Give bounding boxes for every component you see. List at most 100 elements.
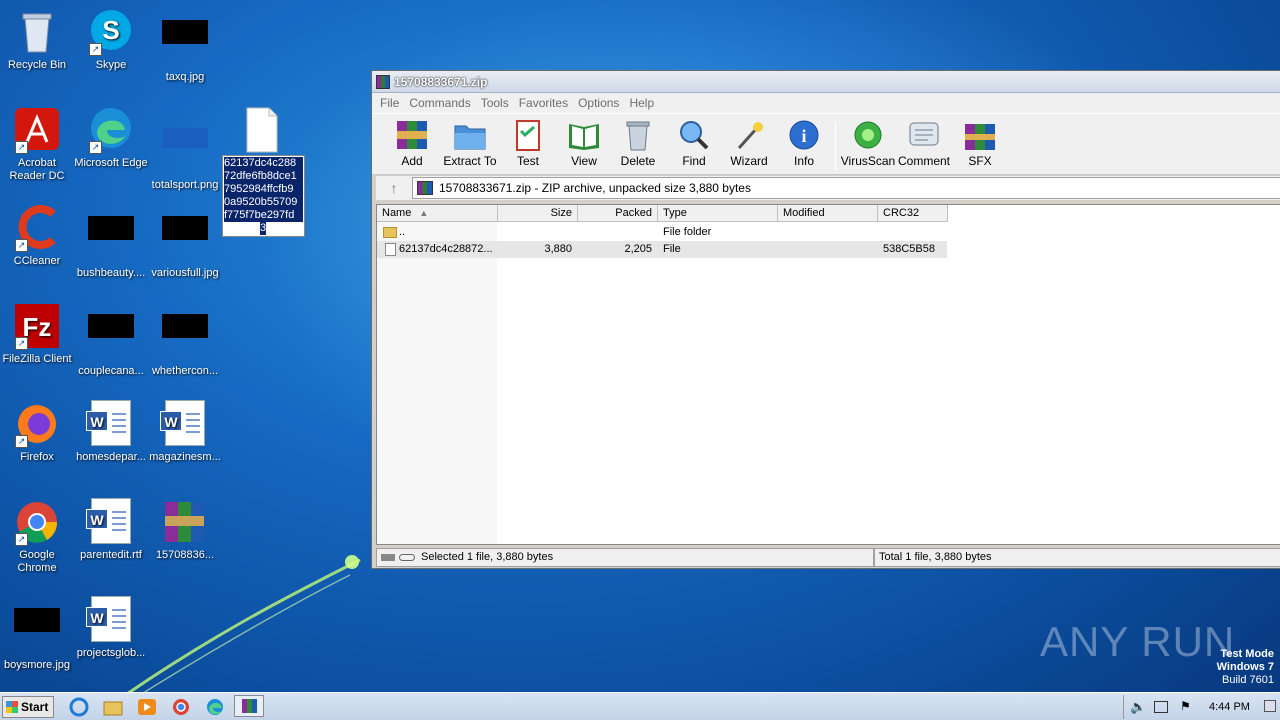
blank-file-icon <box>237 106 285 154</box>
image-thumbnail <box>162 216 208 240</box>
desktop-icon-zip-archive[interactable]: 15708836... <box>148 498 222 562</box>
up-one-level-button[interactable]: ↑ <box>376 177 412 199</box>
desktop-icon-homesdepar[interactable]: W homesdepar... <box>74 400 148 464</box>
column-header-crc32[interactable]: CRC32 <box>878 205 948 222</box>
column-header-packed[interactable]: Packed <box>578 205 658 222</box>
word-document-icon: W <box>160 400 205 446</box>
desktop-icon-whethercon[interactable]: whethercon... <box>148 302 222 378</box>
menu-tools[interactable]: Tools <box>481 96 509 110</box>
desktop-icon-acrobat[interactable]: ↗ Acrobat Reader DC <box>0 106 74 183</box>
icon-label: totalsport.png <box>151 179 219 191</box>
virusscan-button[interactable]: VirusScan <box>839 118 897 168</box>
test-button[interactable]: Test <box>499 118 557 168</box>
menu-favorites[interactable]: Favorites <box>519 96 568 110</box>
svg-text:S: S <box>102 15 119 45</box>
icon-label: whethercon... <box>151 365 219 377</box>
chrome-icon: ↗ <box>13 498 61 546</box>
desktop-icon-projectsglob[interactable]: W projectsglob... <box>74 596 148 660</box>
desktop-icon-bushbeauty[interactable]: bushbeauty.... <box>74 204 148 280</box>
key-icon <box>399 554 415 561</box>
winrar-taskbar-icon[interactable] <box>234 695 264 717</box>
network-icon[interactable] <box>1154 701 1168 713</box>
desktop-icon-file-selected[interactable] <box>224 106 298 157</box>
icon-label: couplecana... <box>78 365 144 377</box>
trash-icon <box>620 118 656 152</box>
start-button[interactable]: Start <box>2 696 54 718</box>
add-button[interactable]: Add <box>383 118 441 168</box>
desktop-icon-variousfull[interactable]: variousfull.jpg <box>148 204 222 280</box>
icon-label: Skype <box>95 59 127 71</box>
wizard-button[interactable]: Wizard <box>720 118 778 168</box>
find-button[interactable]: Find <box>665 118 723 168</box>
table-row-parent[interactable]: .. File folder <box>377 224 947 241</box>
menu-commands[interactable]: Commands <box>409 96 470 110</box>
test-mode-notice: Test Mode Windows 7 Build 7601 <box>1216 648 1274 686</box>
explorer-taskbar-icon[interactable] <box>102 697 124 717</box>
sfx-button[interactable]: SFX <box>951 118 1009 168</box>
edge-taskbar-icon[interactable] <box>204 697 226 717</box>
column-header-modified[interactable]: Modified <box>778 205 878 222</box>
address-bar: ↑ 15708833671.zip - ZIP archive, unpacke… <box>376 176 1280 200</box>
menu-help[interactable]: Help <box>629 96 654 110</box>
icon-label: Acrobat Reader DC <box>9 157 65 182</box>
column-header-name[interactable]: Name ▲ <box>377 205 498 222</box>
show-desktop-icon[interactable] <box>1264 700 1276 712</box>
shortcut-arrow-icon: ↗ <box>15 141 28 154</box>
desktop-icon-taxq[interactable]: taxq.jpg <box>148 8 222 84</box>
window-title: 15708833671.zip <box>394 74 488 89</box>
desktop-icon-filezilla[interactable]: Fz ↗ FileZilla Client <box>0 302 74 366</box>
table-row-file[interactable]: 62137dc4c28872... 3,880 2,205 File 538C5… <box>377 241 947 258</box>
shortcut-arrow-icon: ↗ <box>89 43 102 56</box>
icon-label: variousfull.jpg <box>151 267 219 279</box>
renaming-filename-box[interactable]: 62137dc4c288 72dfe6fb8dce1 7952984ffcfb9… <box>222 155 305 237</box>
path-field[interactable]: 15708833671.zip - ZIP archive, unpacked … <box>412 177 1280 199</box>
book-icon <box>566 118 602 152</box>
archive-path-text: 15708833671.zip - ZIP archive, unpacked … <box>439 181 751 195</box>
svg-text:i: i <box>801 126 806 146</box>
menu-options[interactable]: Options <box>578 96 619 110</box>
media-player-taskbar-icon[interactable] <box>136 697 158 717</box>
clock[interactable]: 4:44 PM <box>1209 701 1250 713</box>
image-thumbnail <box>14 608 60 632</box>
menu-file[interactable]: File <box>380 96 399 110</box>
desktop-icon-edge[interactable]: ↗ Microsoft Edge <box>74 106 148 170</box>
file-list[interactable]: Name ▲ Size Packed Type Modified CRC32 ..… <box>376 204 1280 545</box>
desktop-icon-firefox[interactable]: ↗ Firefox <box>0 400 74 464</box>
acrobat-icon: ↗ <box>13 106 61 154</box>
desktop-icon-parentedit[interactable]: W parentedit.rtf <box>74 498 148 562</box>
info-button[interactable]: i Info <box>775 118 833 168</box>
chrome-taskbar-icon[interactable] <box>170 697 192 717</box>
file-icon <box>385 243 396 256</box>
view-button[interactable]: View <box>555 118 613 168</box>
extract-to-button[interactable]: Extract To <box>441 118 499 168</box>
test-clipboard-icon <box>510 118 546 152</box>
word-document-icon: W <box>86 596 131 642</box>
winrar-window: 15708833671.zip File Commands Tools Favo… <box>371 70 1280 569</box>
title-bar[interactable]: 15708833671.zip <box>372 71 1280 93</box>
desktop-icon-totalsport[interactable]: totalsport.png <box>148 106 222 192</box>
icon-label: Recycle Bin <box>7 59 67 71</box>
image-thumbnail <box>161 128 209 176</box>
delete-button[interactable]: Delete <box>609 118 667 168</box>
filezilla-icon: Fz ↗ <box>13 302 61 350</box>
desktop-icon-magazinesm[interactable]: W magazinesm... <box>148 400 222 464</box>
ie-taskbar-icon[interactable] <box>68 697 90 717</box>
desktop-icon-skype[interactable]: S ↗ Skype <box>74 8 148 72</box>
desktop-icon-couplecana[interactable]: couplecana... <box>74 302 148 378</box>
desktop-icon-boysmore[interactable]: boysmore.jpg <box>0 596 74 672</box>
status-right: Total 1 file, 3,880 bytes <box>874 548 1280 567</box>
desktop-icon-chrome[interactable]: ↗ Google Chrome <box>0 498 74 575</box>
info-icon: i <box>786 118 822 152</box>
icon-label: magazinesm... <box>149 451 221 463</box>
column-header-size[interactable]: Size <box>498 205 578 222</box>
desktop-icon-ccleaner[interactable]: ↗ CCleaner <box>0 204 74 268</box>
flag-icon[interactable]: ⚑ <box>1180 699 1191 713</box>
volume-icon[interactable]: 🔈 <box>1130 699 1146 715</box>
up-arrow-icon: ↑ <box>390 180 398 196</box>
winrar-archive-icon <box>161 498 209 546</box>
column-header-type[interactable]: Type <box>658 205 778 222</box>
desktop-icon-recycle-bin[interactable]: Recycle Bin <box>0 8 74 72</box>
image-thumbnail <box>88 216 134 240</box>
comment-button[interactable]: Comment <box>895 118 953 168</box>
word-document-icon: W <box>86 400 131 446</box>
